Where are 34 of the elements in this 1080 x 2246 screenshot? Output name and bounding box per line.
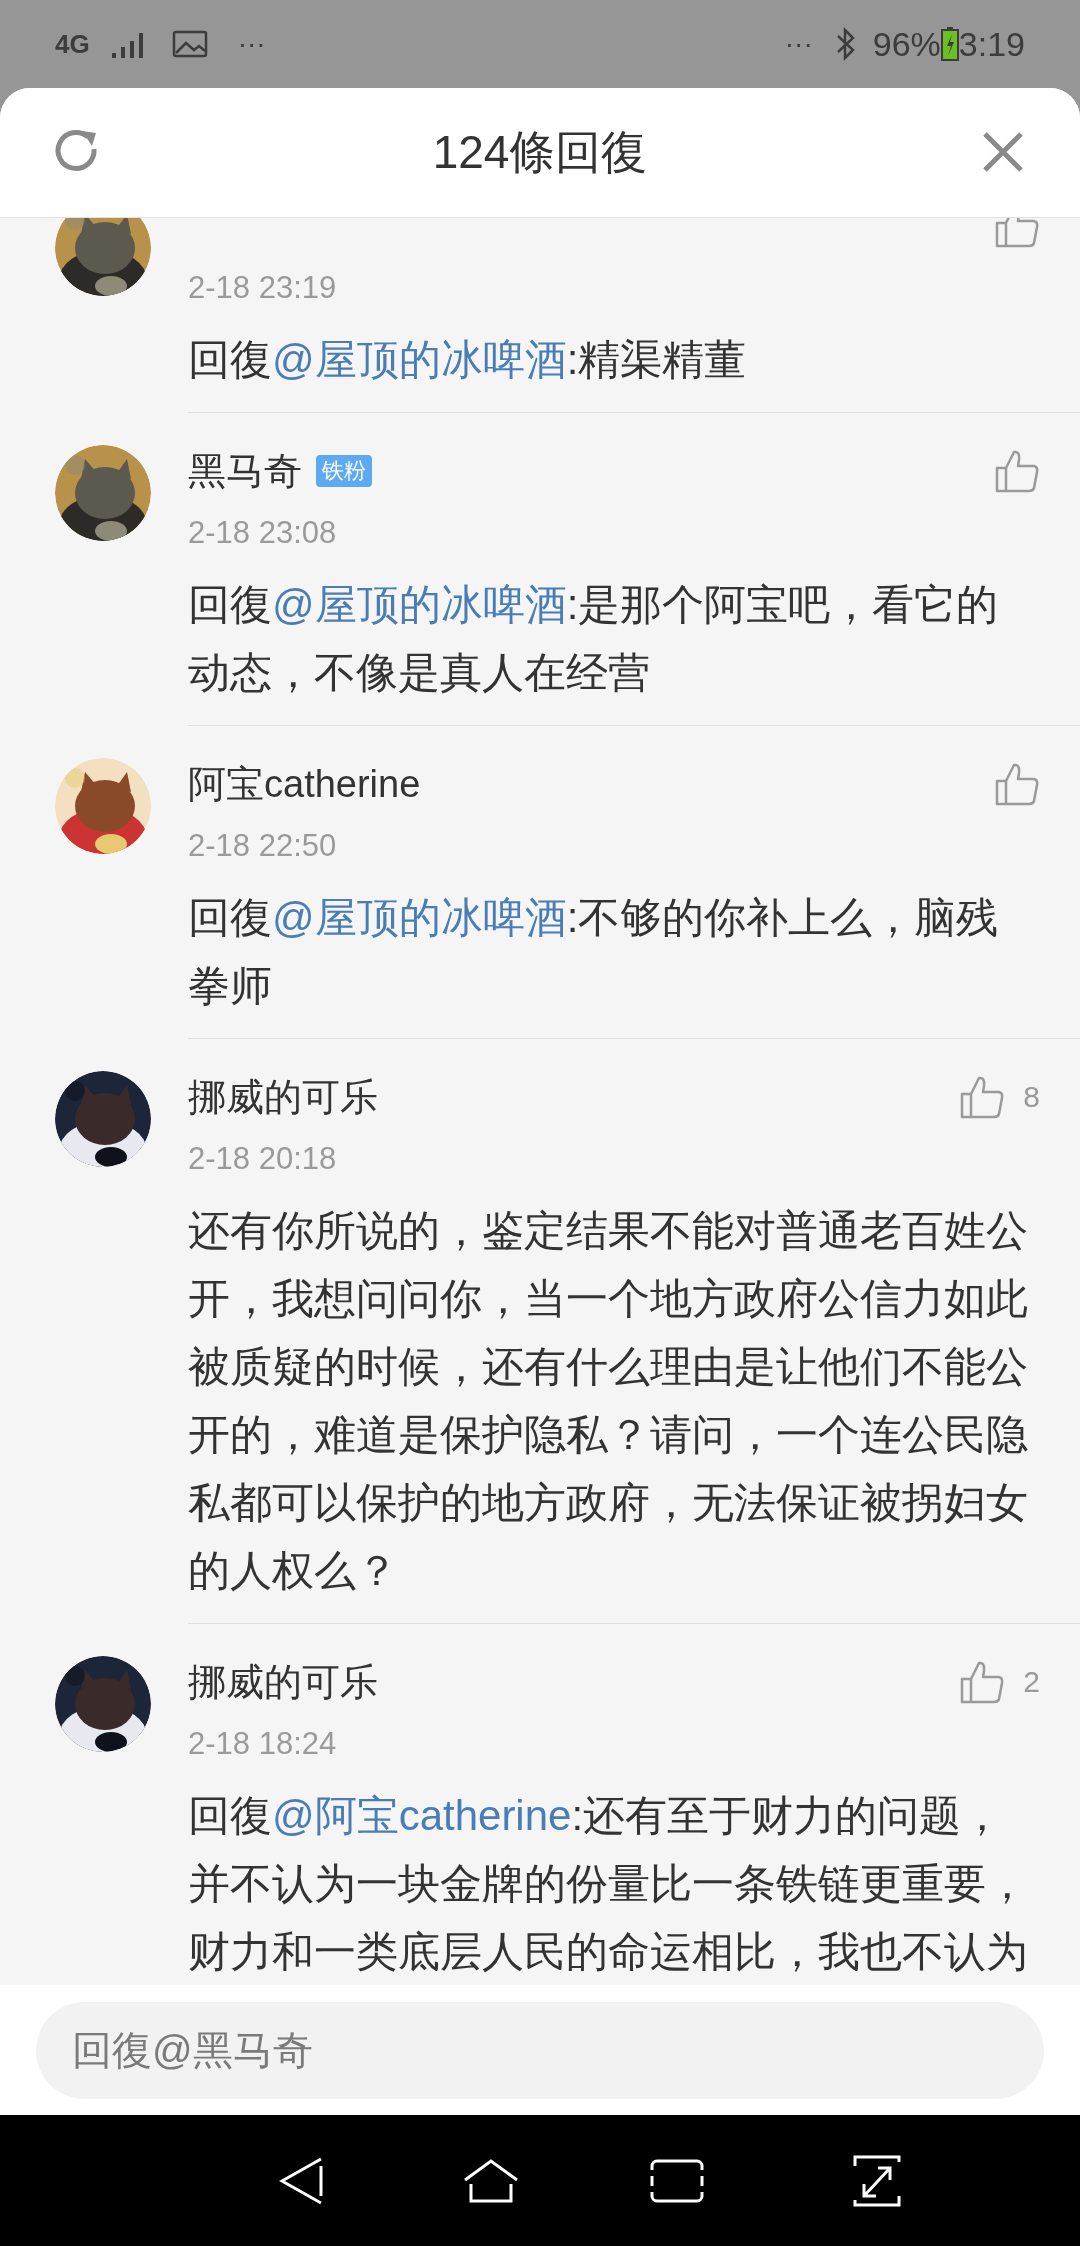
reply-input[interactable]: 回復@黑马奇 [36,2001,1044,2099]
user-name[interactable]: 挪威的可乐 [188,1659,378,1704]
comment-time: 2-18 23:19 [188,268,337,307]
mention-link[interactable]: @屋顶的冰啤酒 [272,335,567,383]
comment-time: 2-18 23:08 [188,513,337,552]
mention-link[interactable]: @屋顶的冰啤酒 [272,580,567,628]
mention-link[interactable]: @屋顶的冰啤酒 [272,893,567,941]
battery-charging-icon [940,27,959,61]
more-indicator: ··· [784,30,813,58]
back-icon[interactable] [279,2155,325,2206]
comment-text: 回復@屋顶的冰啤酒:不够的你补上么，脑残拳师 [188,892,1000,1011]
comment-time: 2-18 18:24 [188,1724,337,1763]
like-button[interactable]: 2 [959,1658,1040,1705]
battery-percent: 96% [872,27,941,61]
clock: 3:19 [958,27,1025,61]
more-indicator: ··· [237,30,266,58]
expand-icon[interactable] [852,2153,902,2208]
mention-link[interactable]: @阿宝catherine [272,1791,572,1839]
recents-icon[interactable] [650,2158,704,2203]
like-button[interactable]: 8 [959,1073,1040,1120]
comment-time: 2-18 20:18 [188,1139,337,1178]
comment-time: 2-18 22:50 [188,826,337,865]
user-name[interactable]: 阿宝catherine [188,761,421,806]
user-name[interactable]: 挪威的可乐 [188,1074,378,1119]
comment-text: 还有你所说的，鉴定结果不能对普通老百姓公开，我想问问你，当一个地方政府公信力如此被质疑的时候，还有什么理由是让他们不能公开的，难道是保护隐私？请问，一个连公民隐私都可以保护的地方政府，无法保证被拐妇女的人权么？ [188,1205,1029,1596]
fan-badge: 铁粉 [316,454,372,487]
comment-text: 回復@阿宝catherine:还有至于财力的问题，并不认为一块金牌的份量比一条铁链更重要，财力和一类底层人民的命运相比，我也不认为 [188,1790,1029,1977]
image-icon [171,29,208,59]
header-title: 124條回復 [432,124,648,180]
comment-text: 回復@屋顶的冰啤酒:精渠精董 [188,334,748,385]
home-icon[interactable] [462,2157,520,2204]
network-type: 4G [55,31,90,57]
user-name[interactable]: 黑马奇 [188,448,302,493]
comment-text: 回復@屋顶的冰啤酒:是那个阿宝吧，看它的动态，不像是真人在经营 [188,579,1000,698]
